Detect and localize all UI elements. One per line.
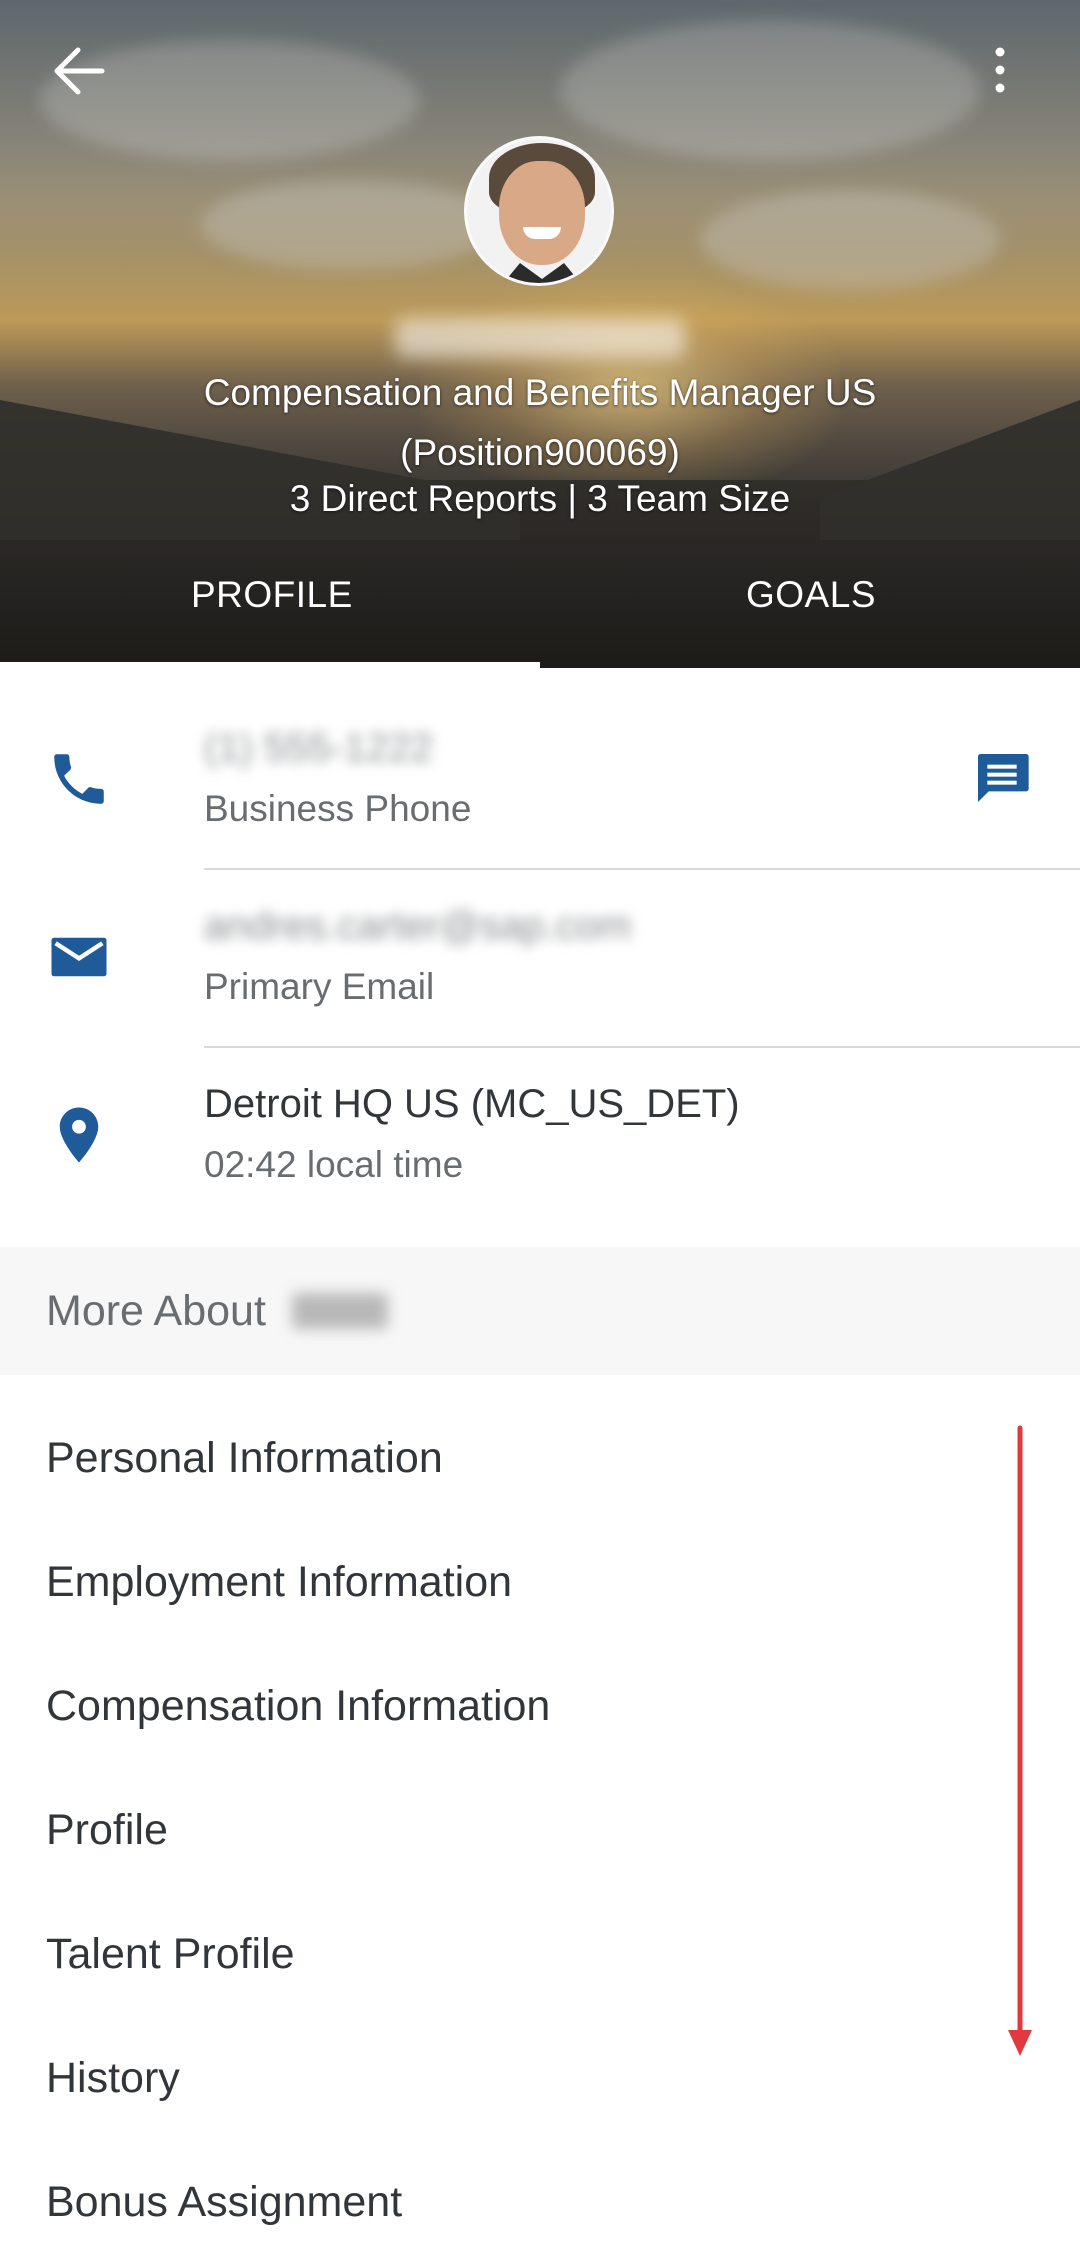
local-time: 02:42 local time	[204, 1144, 464, 1185]
location-name[interactable]: Detroit HQ US (MC_US_DET)	[204, 1082, 740, 1127]
employee-name-blurred	[395, 318, 685, 358]
chat-icon[interactable]	[970, 746, 1034, 810]
email-label: Primary Email	[204, 966, 435, 1007]
email-address[interactable]: andres.carter@sap.com	[204, 904, 631, 949]
section-talent-profile[interactable]: Talent Profile	[46, 1930, 295, 1979]
phone-number[interactable]: (1) 555-1222	[204, 726, 433, 771]
section-bonus-assignment[interactable]: Bonus Assignment	[46, 2178, 402, 2227]
avatar	[464, 136, 614, 286]
more-options-icon[interactable]	[980, 40, 1020, 100]
section-compensation-information[interactable]: Compensation Information	[46, 1682, 550, 1731]
phone-label: Business Phone	[204, 788, 472, 829]
more-about-name-blurred	[292, 1293, 388, 1329]
divider	[204, 868, 1080, 870]
section-history[interactable]: History	[46, 2054, 180, 2103]
location-pin-icon	[46, 1102, 112, 1168]
tab-profile[interactable]: PROFILE	[191, 574, 353, 616]
tab-goals[interactable]: GOALS	[746, 574, 876, 616]
scroll-down-arrow-icon	[1000, 1424, 1040, 2064]
position-title: Compensation and Benefits Manager US	[203, 372, 877, 413]
team-info: 3 Direct Reports | 3 Team Size	[289, 478, 791, 519]
section-personal-information[interactable]: Personal Information	[46, 1434, 443, 1483]
more-about-label: More About	[46, 1287, 266, 1335]
position-id: (Position900069)	[400, 432, 680, 473]
more-about-header: More About	[0, 1247, 1080, 1375]
section-employment-information[interactable]: Employment Information	[46, 1558, 512, 1607]
tab-selected-indicator	[0, 662, 540, 668]
section-profile[interactable]: Profile	[46, 1806, 168, 1855]
profile-header: Compensation and Benefits Manager US (Po…	[0, 0, 1080, 668]
phone-icon	[46, 746, 112, 812]
divider	[204, 1046, 1080, 1048]
back-arrow-icon[interactable]	[44, 36, 114, 106]
mail-icon	[46, 924, 112, 990]
